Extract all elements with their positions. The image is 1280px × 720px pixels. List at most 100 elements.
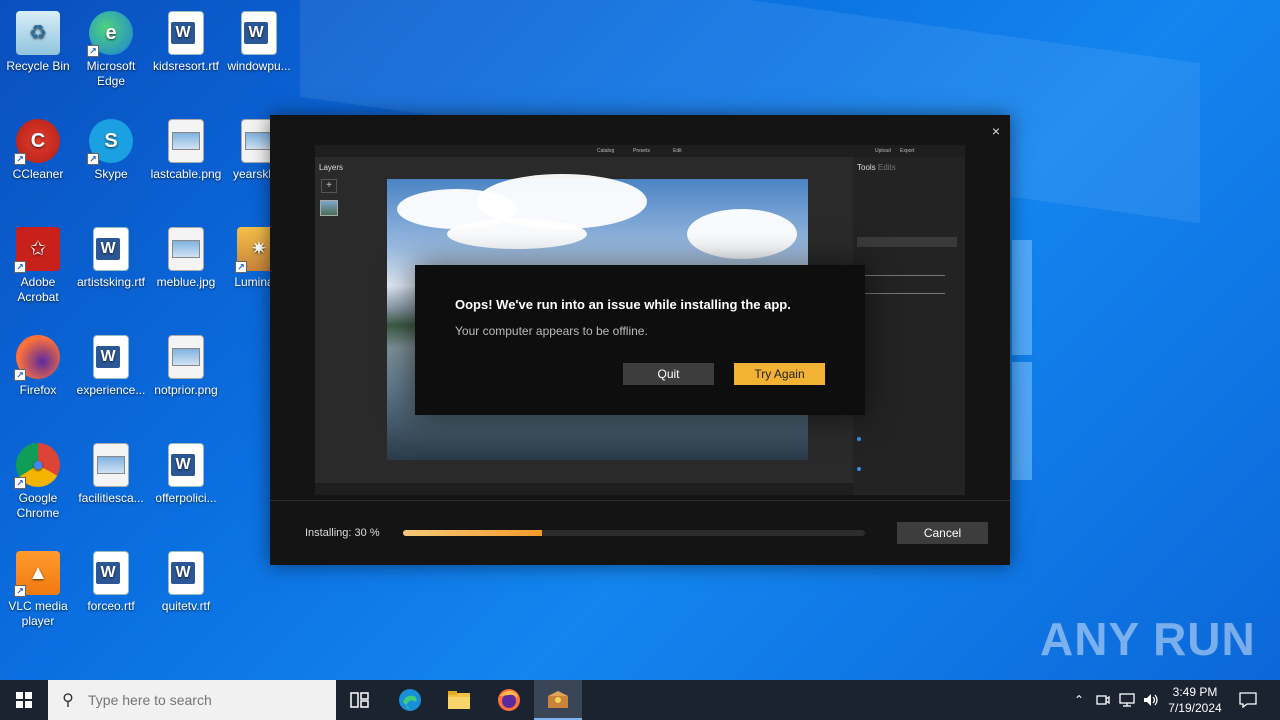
taskbar-clock[interactable]: 3:49 PM 7/19/2024	[1160, 684, 1230, 716]
desktop-icon[interactable]: Wkidsresort.rtf	[148, 5, 224, 74]
speaker-icon	[1144, 694, 1158, 706]
desktop-icon[interactable]: e ↗ Microsoft Edge	[73, 5, 149, 89]
desktop-icon-label: forceo.rtf	[87, 599, 135, 613]
start-button[interactable]	[0, 680, 48, 720]
word-document-icon: W	[168, 443, 204, 487]
footer-divider	[270, 500, 1010, 501]
shortcut-arrow-icon: ↗	[14, 369, 26, 381]
show-hidden-icons-button[interactable]: ⌃	[1068, 680, 1090, 720]
image-file-icon	[93, 443, 129, 487]
desktop-icon-label: Recycle Bin	[6, 59, 70, 73]
image-file-icon	[168, 227, 204, 271]
desktop-icon[interactable]: ♻ Recycle Bin	[0, 5, 76, 74]
desktop-icon-label: Firefox	[19, 383, 57, 397]
install-progress-fill	[403, 530, 542, 536]
ccleaner-icon: C ↗	[14, 119, 60, 165]
firefox-icon: ↗	[14, 335, 60, 381]
notifications-button[interactable]	[1234, 680, 1262, 720]
camera-icon	[1096, 695, 1110, 705]
quit-button[interactable]: Quit	[623, 363, 714, 385]
desktop-icon-label: lastcable.png	[150, 167, 222, 181]
meet-now-button[interactable]	[1092, 680, 1114, 720]
skype-icon: S ↗	[87, 119, 133, 165]
desktop-icon[interactable]: ↗ Firefox	[0, 329, 76, 398]
acrobat-icon: ✩ ↗	[14, 227, 60, 273]
desktop-icon-label: meblue.jpg	[156, 275, 216, 289]
preview-tools-title: Tools Edits	[857, 163, 896, 172]
close-icon[interactable]: ×	[992, 123, 1000, 139]
preview-topbar: Catalog Presets Edit Upload Export	[315, 145, 965, 157]
desktop-icon[interactable]: Wquitetv.rtf	[148, 545, 224, 614]
shortcut-arrow-icon: ↗	[14, 585, 26, 597]
taskbar-file-explorer-button[interactable]	[435, 680, 483, 720]
firefox-icon	[498, 689, 520, 711]
desktop-icon-label: Skype	[94, 167, 128, 181]
word-document-icon: W	[241, 11, 277, 55]
desktop-icon[interactable]: facilitiesca...	[73, 437, 149, 506]
desktop-icon[interactable]: Wwindowpu...	[221, 5, 297, 74]
anyrun-watermark: ANY RUN	[1040, 613, 1256, 665]
taskbar-firefox-button[interactable]	[485, 680, 533, 720]
preview-export-label: Export	[900, 148, 915, 154]
desktop-icon[interactable]: Wexperience...	[73, 329, 149, 398]
search-icon: ⚲	[62, 692, 74, 709]
install-status-text: Installing: 30 %	[305, 527, 380, 539]
notification-icon	[1239, 692, 1257, 708]
clock-date: 7/19/2024	[1168, 701, 1222, 715]
taskbar-edge-button[interactable]	[386, 680, 434, 720]
shortcut-arrow-icon: ↗	[14, 153, 26, 165]
desktop-icon[interactable]: meblue.jpg	[148, 221, 224, 290]
desktop-icon-label: experience...	[76, 383, 146, 397]
installer-box-icon	[548, 691, 568, 708]
volume-button[interactable]	[1140, 680, 1162, 720]
folder-icon	[448, 691, 470, 709]
desktop-icon-label: Google Chrome	[16, 491, 60, 520]
network-button[interactable]	[1116, 680, 1138, 720]
desktop-icon[interactable]: Wartistsking.rtf	[73, 221, 149, 290]
chevron-up-icon: ⌃	[1073, 693, 1085, 707]
taskbar-search-input[interactable]	[88, 692, 318, 708]
desktop-icon-label: offerpolici...	[155, 491, 217, 505]
desktop-icon-label: kidsresort.rtf	[152, 59, 219, 73]
desktop-icon[interactable]: ▲ ↗ VLC media player	[0, 545, 76, 629]
image-file-icon	[168, 119, 204, 163]
desktop-icon-label: windowpu...	[227, 59, 291, 73]
desktop-icon-label: facilitiesca...	[78, 491, 144, 505]
desktop-icon[interactable]: Wforceo.rtf	[73, 545, 149, 614]
task-view-button[interactable]	[336, 680, 384, 720]
network-offline-icon	[1119, 693, 1135, 707]
desktop-icon[interactable]: Wofferpolici...	[148, 437, 224, 506]
clock-time: 3:49 PM	[1172, 685, 1218, 699]
desktop-icon-label: notprior.png	[154, 383, 218, 397]
error-dialog: Oops! We've run into an issue while inst…	[415, 265, 865, 415]
desktop-icon[interactable]: C ↗ CCleaner	[0, 113, 76, 182]
desktop-icon-label: CCleaner	[12, 167, 64, 181]
cancel-button[interactable]: Cancel	[897, 522, 988, 544]
try-again-button[interactable]: Try Again	[734, 363, 825, 385]
image-file-icon	[168, 335, 204, 379]
preview-bottombar	[315, 483, 853, 495]
taskbar-search-box[interactable]: ⚲	[48, 680, 336, 720]
error-message: Your computer appears to be offline.	[455, 324, 648, 338]
preview-upload-label: Upload	[875, 148, 891, 154]
task-view-icon	[350, 692, 369, 708]
desktop-icon-label: artistsking.rtf	[76, 275, 145, 289]
desktop-icon[interactable]: notprior.png	[148, 329, 224, 398]
desktop-icon[interactable]: ✩ ↗ Adobe Acrobat	[0, 221, 76, 305]
shortcut-arrow-icon: ↗	[235, 261, 247, 273]
shortcut-arrow-icon: ↗	[14, 477, 26, 489]
edge-icon	[399, 689, 421, 711]
desktop-icon-label: Microsoft Edge	[86, 59, 136, 88]
desktop-icon[interactable]: ● ↗ Google Chrome	[0, 437, 76, 521]
preview-edit-tab: Edit	[673, 148, 682, 154]
word-document-icon: W	[93, 227, 129, 271]
preview-catalog-tab: Catalog	[597, 148, 615, 154]
preview-layer-thumbnail	[320, 200, 338, 216]
word-document-icon: W	[93, 551, 129, 595]
desktop-icon-label: VLC media player	[8, 599, 68, 628]
desktop-icon[interactable]: S ↗ Skype	[73, 113, 149, 182]
desktop-icon[interactable]: lastcable.png	[148, 113, 224, 182]
taskbar-installer-button[interactable]	[534, 680, 582, 720]
error-title: Oops! We've run into an issue while inst…	[455, 297, 791, 312]
vlc-icon: ▲ ↗	[14, 551, 60, 597]
